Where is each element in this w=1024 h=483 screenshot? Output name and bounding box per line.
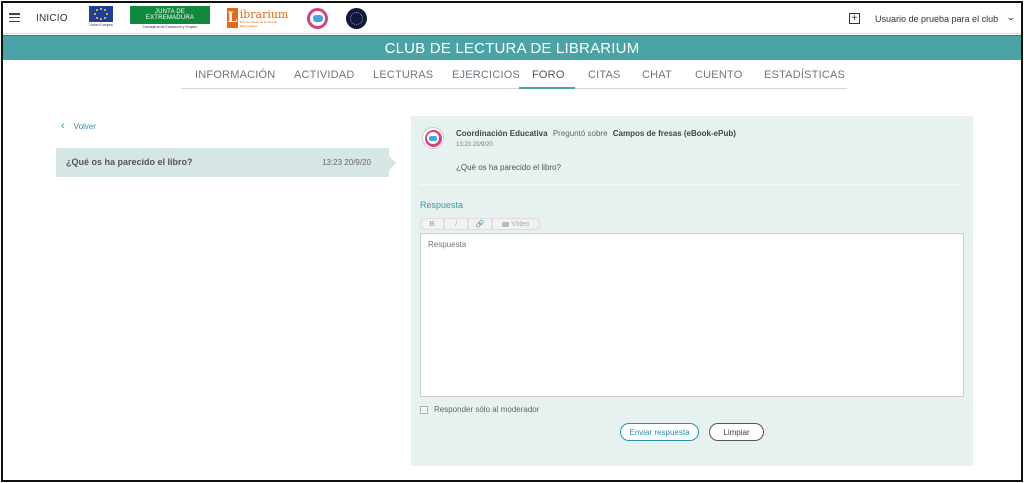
eu-caption: Unión Europea: [89, 23, 113, 27]
junta-caption: Consejería de Educación y Empleo: [142, 25, 198, 29]
post-meta: Coordinación Educativa Preguntó sobre Ca…: [456, 129, 736, 138]
add-icon[interactable]: +: [849, 13, 860, 24]
back-label: Volver: [73, 121, 96, 131]
tab-cuento[interactable]: CUENTO: [695, 69, 742, 81]
tab-ejercicios[interactable]: EJERCICIOS: [452, 69, 520, 81]
moderator-only-option[interactable]: Responder sólo al moderador: [420, 405, 539, 414]
tab-chat[interactable]: CHAT: [642, 69, 672, 81]
book-title: Campos de fresas (eBook-ePub): [612, 129, 736, 138]
tab-foro[interactable]: FORO: [532, 69, 565, 81]
response-label: Respuesta: [420, 200, 464, 210]
active-tab-indicator: [519, 87, 575, 89]
tab-citas[interactable]: CITAS: [588, 69, 621, 81]
post-author: Coordinación Educativa: [456, 129, 548, 138]
bold-button[interactable]: B: [420, 218, 444, 230]
chevron-down-icon[interactable]: ⌄: [1006, 12, 1016, 23]
question-list-item[interactable]: ¿Qué os ha parecido el libro? 13:23 20/9…: [56, 148, 396, 177]
question-title: ¿Qué os ha parecido el libro?: [66, 157, 193, 167]
video-button[interactable]: Vídeo: [492, 218, 540, 230]
club-banner: CLUB DE LECTURA DE LIBRARIUM: [3, 35, 1021, 60]
moderator-only-checkbox[interactable]: [420, 405, 428, 414]
home-link[interactable]: INICIO: [36, 13, 68, 24]
question-date: 13:23 20/9/20: [322, 158, 371, 167]
top-bar: INICIO Unión Europea JUNTA DE EXTREMADUR…: [3, 3, 1021, 34]
link-icon: 🔗: [475, 221, 485, 228]
librarium-word: ibrarium: [239, 7, 289, 21]
avatar: [422, 127, 444, 149]
club-tabs: INFORMACIÓN ACTIVIDAD LECTURAS EJERCICIO…: [181, 61, 847, 89]
librarium-letter: L: [227, 8, 238, 28]
junta-extremadura-logo: JUNTA DE EXTREMADURA Consejería de Educa…: [130, 6, 210, 30]
club-badge-icon: [307, 8, 328, 29]
user-menu[interactable]: Usuario de prueba para el club: [875, 14, 998, 24]
tab-informacion[interactable]: INFORMACIÓN: [195, 69, 275, 81]
post-date: 13:23 20/9/20: [456, 142, 493, 148]
tab-actividad[interactable]: ACTIVIDAD: [294, 69, 354, 81]
divider: [420, 184, 964, 185]
club-title: CLUB DE LECTURA DE LIBRARIUM: [384, 40, 640, 57]
link-button[interactable]: 🔗: [468, 218, 492, 230]
librarium-subtitle: Red de clubes de lectura de Extremadura: [239, 19, 278, 28]
question-detail-panel: Coordinación Educativa Preguntó sobre Ca…: [411, 116, 973, 466]
video-icon: [502, 221, 510, 227]
menu-icon[interactable]: [9, 13, 20, 23]
tab-estadisticas[interactable]: ESTADÍSTICAS: [764, 69, 845, 81]
italic-button[interactable]: I: [444, 218, 468, 230]
app-frame: INICIO Unión Europea JUNTA DE EXTREMADUR…: [1, 1, 1023, 482]
moderator-only-label: Responder sólo al moderador: [434, 405, 540, 414]
clear-button[interactable]: Limpiar: [709, 423, 764, 441]
editor-toolbar: B I 🔗 Vídeo: [420, 218, 540, 230]
back-link[interactable]: ‹ Volver: [61, 120, 96, 132]
eu-flag-icon: [89, 6, 113, 22]
send-response-button[interactable]: Enviar respuesta: [620, 423, 699, 441]
junta-title: JUNTA DE EXTREMADURA: [130, 6, 210, 24]
librarium-logo: L ibrarium Red de clubes de lectura de E…: [227, 6, 289, 30]
eu-logo: Unión Europea: [89, 6, 113, 30]
chevron-left-icon: ‹: [61, 120, 65, 132]
question-text: ¿Qué os ha parecido el libro?: [456, 163, 561, 172]
response-textarea[interactable]: [420, 233, 964, 397]
dark-badge-icon: [346, 8, 367, 29]
asked-label: Preguntó sobre: [552, 129, 608, 138]
tab-lecturas[interactable]: LECTURAS: [373, 69, 433, 81]
video-label: Vídeo: [511, 220, 530, 228]
